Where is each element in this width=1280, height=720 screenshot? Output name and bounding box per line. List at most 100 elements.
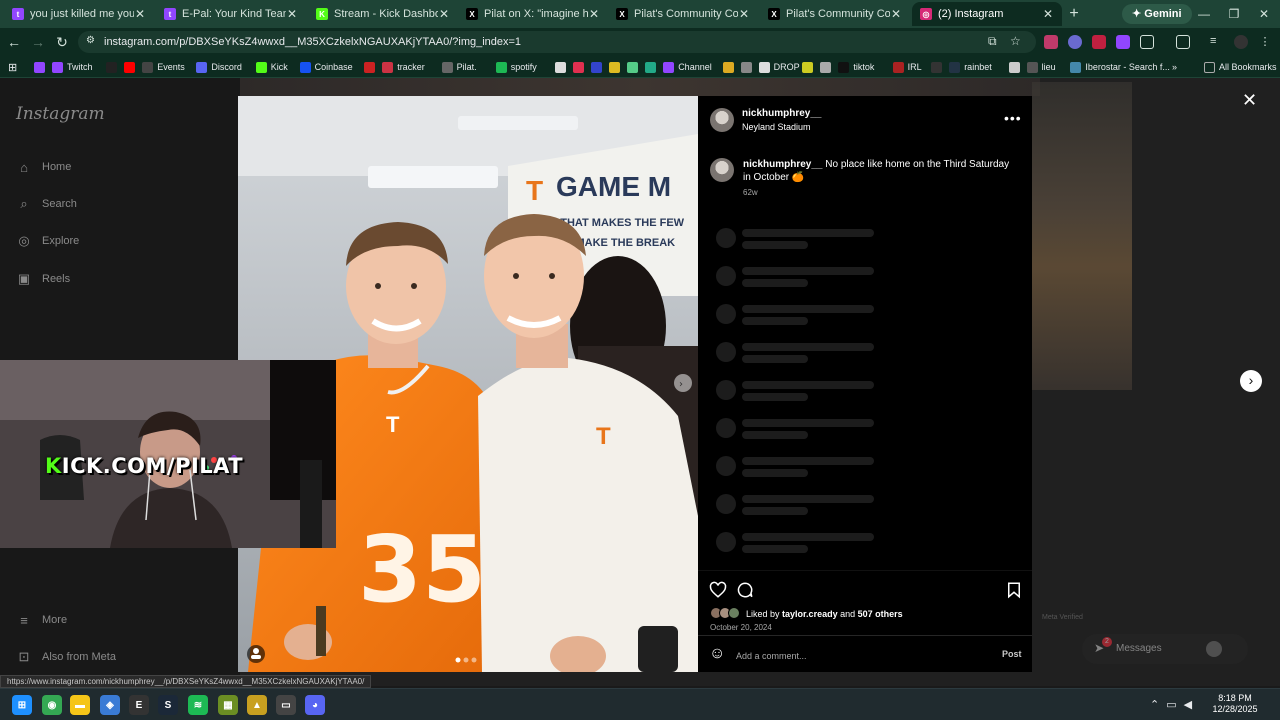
bookmark-item[interactable] <box>1008 60 1024 74</box>
minimize-icon[interactable]: — <box>1194 4 1214 24</box>
post-comment-button[interactable]: Post <box>1002 649 1022 659</box>
more-options-icon[interactable]: ••• <box>1004 110 1022 126</box>
media-icon[interactable]: ≡ <box>1210 35 1224 49</box>
emoji-icon[interactable]: ☺ <box>709 645 725 663</box>
extension-icon[interactable] <box>1068 35 1082 49</box>
site-info-icon[interactable]: ⚙ <box>86 35 100 49</box>
bookmark-item[interactable]: rainbet <box>949 60 992 74</box>
volume-icon[interactable]: ◀ <box>1184 699 1199 711</box>
extension-icon[interactable] <box>1116 35 1130 49</box>
extension-icon[interactable] <box>1044 35 1058 49</box>
liked-by-others[interactable]: 507 others <box>858 609 903 619</box>
all-bookmarks-button[interactable]: All Bookmarks <box>1204 60 1277 74</box>
sidebar-item-more[interactable]: ≡ More <box>16 610 67 630</box>
taskbar-clock[interactable]: 8:18 PM 12/28/2025 <box>1204 693 1266 715</box>
system-tray[interactable]: ⌃▭◀ <box>1150 698 1199 711</box>
reload-icon[interactable]: ↻ <box>52 32 72 52</box>
extensions-puzzle-icon[interactable] <box>1140 35 1154 49</box>
chrome-icon[interactable]: ◉ <box>42 695 62 715</box>
bookmark-item[interactable] <box>609 60 624 74</box>
steam-icon[interactable]: S <box>158 695 178 715</box>
bookmark-item[interactable]: tiktok <box>838 60 874 74</box>
bookmark-item[interactable] <box>722 60 738 74</box>
minecraft-icon[interactable]: ▦ <box>218 695 238 715</box>
new-tab-button[interactable]: + <box>1064 4 1084 24</box>
bookmark-item[interactable]: tracker <box>382 60 425 74</box>
bookmark-item[interactable] <box>740 60 756 74</box>
menu-kebab-icon[interactable]: ⋮ <box>1258 35 1272 49</box>
sidebar-item-explore[interactable]: ◎ Explore <box>16 231 79 251</box>
caption-username[interactable]: nickhumphrey__ <box>743 159 822 170</box>
browser-tab[interactable]: ◎ (2) Instagram ✕ <box>912 2 1062 26</box>
address-url[interactable]: instagram.com/p/DBXSeYKsZ4wwxd__M35XCzke… <box>104 36 521 48</box>
likes-summary[interactable]: Liked by taylor.cready and 507 others <box>746 609 903 619</box>
tab-close-icon[interactable]: ✕ <box>134 7 146 21</box>
bookmark-item[interactable] <box>627 60 642 74</box>
liked-by-user[interactable]: taylor.cready <box>782 609 838 619</box>
sidebar-item-reels[interactable]: ▣ Reels <box>16 269 70 289</box>
sidebar-item-search[interactable]: ⌕ Search <box>16 194 77 214</box>
extension-icon[interactable] <box>1092 35 1106 49</box>
bookmark-item[interactable]: Pilat. <box>441 60 477 74</box>
tab-close-icon[interactable]: ✕ <box>588 7 600 21</box>
discord-icon[interactable]: ◕ <box>305 695 325 715</box>
side-panel-icon[interactable] <box>1176 35 1190 49</box>
bookmark-item[interactable] <box>124 60 139 74</box>
tab-close-icon[interactable]: ✕ <box>438 7 450 21</box>
restore-icon[interactable]: ❐ <box>1224 4 1244 24</box>
bookmark-item[interactable] <box>802 60 817 74</box>
bookmark-item[interactable] <box>931 60 946 74</box>
bookmark-item[interactable] <box>555 60 570 74</box>
windows-start-icon[interactable]: ⊞ <box>12 695 32 715</box>
meta-verified-link[interactable]: Meta Verified <box>1042 614 1083 621</box>
tab-close-icon[interactable]: ✕ <box>890 7 902 21</box>
like-heart-icon[interactable] <box>709 581 727 599</box>
window-close-icon[interactable]: ✕ <box>1254 4 1274 24</box>
browser-tab[interactable]: X Pilat on X: "imagine having a✕ <box>458 2 608 26</box>
browser-tab[interactable]: t E-Pal: Your Kind Teammates✕ <box>156 2 306 26</box>
bookmark-item[interactable]: Coinbase <box>299 60 353 74</box>
forward-icon[interactable]: → <box>28 32 48 52</box>
bookmark-star-icon[interactable]: ☆ <box>1010 34 1021 48</box>
next-post-chevron-icon[interactable]: › <box>1240 370 1262 392</box>
bookmark-item[interactable] <box>364 60 379 74</box>
bookmark-item[interactable]: Iberostar - Search f... <box>1070 60 1170 74</box>
tray-chevron-icon[interactable]: ⌃ <box>1150 699 1166 711</box>
bookmark-item[interactable] <box>106 60 121 74</box>
network-icon[interactable]: ▭ <box>1166 699 1183 711</box>
app-icon-2[interactable]: ▲ <box>247 695 267 715</box>
gemini-button[interactable]: ✦ Gemini <box>1122 4 1192 24</box>
comment-icon[interactable] <box>736 581 754 599</box>
sidebar-item-home[interactable]: ⌂ Home <box>16 157 71 177</box>
tab-close-icon[interactable]: ✕ <box>738 7 750 21</box>
bookmark-item[interactable]: Twitch <box>52 60 93 74</box>
instagram-logo[interactable]: Instagram <box>16 104 105 124</box>
bookmark-item[interactable] <box>573 60 588 74</box>
tab-close-icon[interactable]: ✕ <box>1042 7 1054 21</box>
bookmark-item[interactable] <box>34 60 49 74</box>
bookmark-item[interactable]: Discord <box>196 60 242 74</box>
bookmark-item[interactable]: Kick <box>255 60 288 74</box>
back-icon[interactable]: ← <box>4 32 24 52</box>
bookmark-item[interactable] <box>645 60 660 74</box>
bookmark-item[interactable]: Events <box>142 60 185 74</box>
bookmark-item[interactable] <box>591 60 606 74</box>
app-icon[interactable]: ◈ <box>100 695 120 715</box>
bookmark-item[interactable]: spotify <box>495 60 537 74</box>
install-app-icon[interactable]: ⧉ <box>988 34 997 49</box>
browser-tab[interactable]: t you just killed me you - Twitch✕ <box>4 2 154 26</box>
tab-close-icon[interactable]: ✕ <box>286 7 298 21</box>
post-username[interactable]: nickhumphrey__ <box>742 108 821 119</box>
sidebar-item-also-from-meta[interactable]: ⊡ Also from Meta <box>16 647 116 667</box>
address-bar[interactable]: ⚙ instagram.com/p/DBXSeYKsZ4wwxd__M35XCz… <box>78 31 1036 53</box>
close-icon[interactable]: ✕ <box>1242 90 1257 111</box>
app-icon-3[interactable]: ▭ <box>276 695 296 715</box>
browser-tab[interactable]: K Stream - Kick Dashboard✕ <box>308 2 458 26</box>
apps-grid-icon[interactable]: ⊞ <box>8 60 17 74</box>
post-location[interactable]: Neyland Stadium <box>742 122 811 132</box>
file-explorer-icon[interactable]: ▬ <box>70 695 90 715</box>
comment-input[interactable] <box>736 648 976 664</box>
bookmark-item[interactable]: Channel <box>663 60 712 74</box>
save-bookmark-icon[interactable] <box>1005 581 1023 599</box>
browser-tab[interactable]: X Pilat's Community Community✕ <box>760 2 910 26</box>
